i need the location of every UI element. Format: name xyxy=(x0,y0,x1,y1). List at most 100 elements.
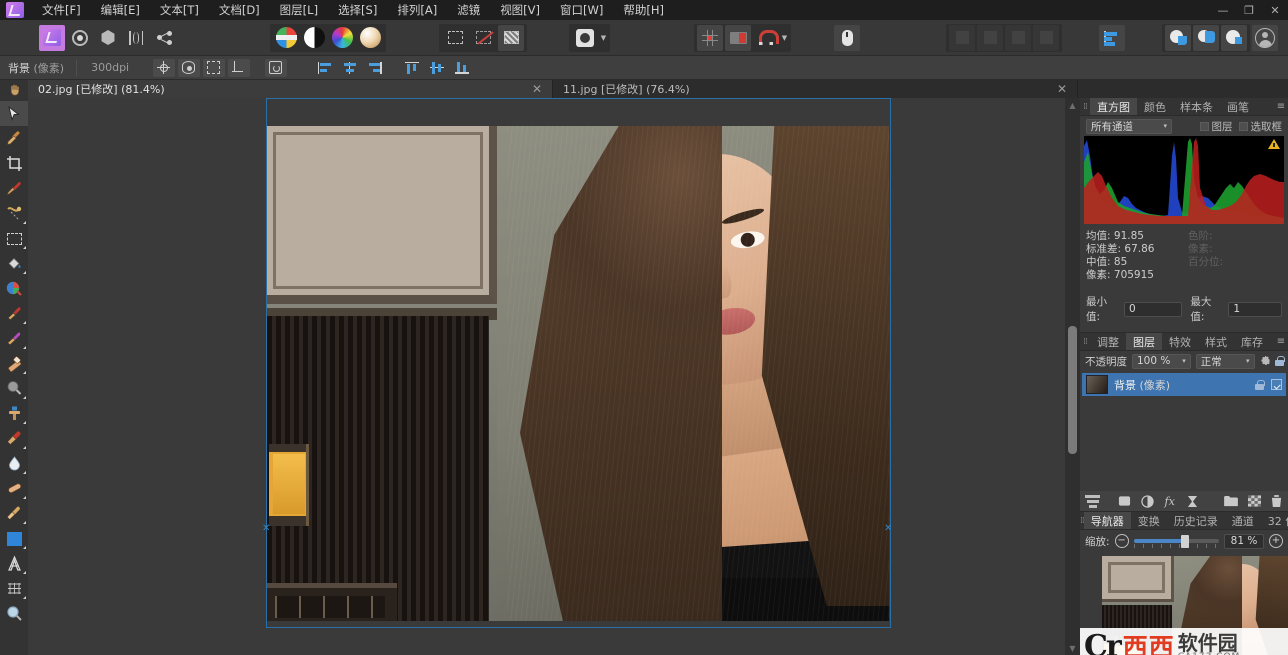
align-right-button[interactable] xyxy=(364,59,386,77)
pixel-persona-button[interactable] xyxy=(67,25,93,51)
menu-window[interactable]: 窗口[W] xyxy=(550,0,613,20)
align-middle-v-button[interactable] xyxy=(426,59,448,77)
rotate-reset-button[interactable] xyxy=(264,58,287,77)
opacity-select[interactable]: 100 % ▾ xyxy=(1132,353,1191,369)
tab-history[interactable]: 历史记录 xyxy=(1167,512,1225,529)
restore-button[interactable]: ❐ xyxy=(1236,0,1262,20)
tone-persona-button[interactable] xyxy=(301,25,327,51)
transform-handle-right[interactable]: ✕ xyxy=(884,524,892,534)
zoom-out-button[interactable]: − xyxy=(1114,534,1129,548)
snapping-button[interactable] xyxy=(753,25,779,51)
boolean-add-button[interactable] xyxy=(1165,24,1191,51)
pen-tool[interactable] xyxy=(0,501,28,526)
panel-scrollbar[interactable]: ▲ ▼ xyxy=(1065,98,1080,655)
menu-layer[interactable]: 图层[L] xyxy=(270,0,328,20)
dodge-burn-tool[interactable] xyxy=(0,376,28,401)
layer-list[interactable]: 背景 (像素) xyxy=(1080,371,1288,491)
chevron-down-icon[interactable]: ▼ xyxy=(599,25,608,51)
boolean-intersect-button[interactable] xyxy=(1221,24,1247,51)
zoom-slider[interactable] xyxy=(1133,534,1219,548)
assistant-button[interactable] xyxy=(834,24,860,51)
zoom-value-field[interactable]: 81 % xyxy=(1224,533,1264,549)
menu-file[interactable]: 文件[F] xyxy=(32,0,91,20)
crop-tool[interactable] xyxy=(0,151,28,176)
clipping-warning-icon[interactable] xyxy=(1268,139,1280,149)
trash-icon[interactable] xyxy=(1270,494,1283,508)
tab-layers[interactable]: 图层 xyxy=(1126,333,1162,350)
blend-mode-select[interactable]: 正常 ▾ xyxy=(1195,353,1255,369)
fill-tool[interactable] xyxy=(0,526,28,551)
panel-grip-icon[interactable]: ⁞⁞ xyxy=(1080,98,1090,115)
hourglass-filter-icon[interactable] xyxy=(1185,494,1198,508)
transform-handle-left[interactable]: ✕ xyxy=(262,524,270,534)
panel-menu-icon[interactable]: ≡ xyxy=(1274,98,1288,115)
tab-32bit-preview[interactable]: 32 位预览 xyxy=(1261,512,1288,529)
account-button[interactable] xyxy=(1252,24,1278,51)
chevron-down-icon-2[interactable]: ▼ xyxy=(780,25,789,51)
menu-select[interactable]: 选择[S] xyxy=(328,0,387,20)
tab-effects[interactable]: 特效 xyxy=(1162,333,1198,350)
document-tab-02[interactable]: 02.jpg [已修改] (81.4%) ✕ xyxy=(28,80,553,98)
checkbox-layer[interactable]: 图层 xyxy=(1199,119,1233,134)
menu-filter[interactable]: 滤镜 xyxy=(447,0,490,20)
checkbox-marquee[interactable]: 选取框 xyxy=(1238,119,1282,134)
tab-transform[interactable]: 变换 xyxy=(1131,512,1167,529)
crop-bounds-button[interactable] xyxy=(227,58,250,77)
develop-color-button[interactable] xyxy=(329,25,355,51)
tab-adjustments[interactable]: 调整 xyxy=(1090,333,1126,350)
align-panel-button[interactable] xyxy=(1099,24,1125,51)
menu-document[interactable]: 文档[D] xyxy=(209,0,270,20)
gear-icon[interactable] xyxy=(1260,355,1271,368)
transform-origin-button[interactable] xyxy=(152,58,175,77)
tab-brushes[interactable]: 画笔 xyxy=(1220,98,1256,115)
mesh-warp-tool[interactable] xyxy=(0,576,28,601)
document-tab-11-close[interactable]: ✕ xyxy=(1039,83,1067,95)
menu-edit[interactable]: 编辑[E] xyxy=(91,0,150,20)
document-image[interactable] xyxy=(267,126,889,621)
align-center-h-button[interactable] xyxy=(339,59,361,77)
menu-text[interactable]: 文本[T] xyxy=(150,0,209,20)
fit-bounds-button[interactable] xyxy=(202,58,225,77)
dpi-value[interactable]: 300dpi xyxy=(81,61,139,74)
paint-brush-tool[interactable] xyxy=(0,176,28,201)
deselect-button[interactable] xyxy=(470,25,496,51)
zoom-tool[interactable] xyxy=(0,601,28,626)
snap-grid-button[interactable] xyxy=(697,24,723,51)
blend-ranges-button[interactable] xyxy=(572,25,598,51)
minimize-button[interactable]: — xyxy=(1210,0,1236,20)
document-frame[interactable]: ✕ ✕ xyxy=(262,98,892,628)
liquify-sphere-button[interactable] xyxy=(357,25,383,51)
selection-brush-tool[interactable] xyxy=(0,201,28,226)
adjustment-circle-icon[interactable] xyxy=(1141,494,1154,508)
affinity-logo-icon[interactable] xyxy=(39,24,65,51)
flood-fill-tool[interactable] xyxy=(0,251,28,276)
checkbox-layer-box[interactable] xyxy=(1199,121,1209,131)
menu-arrange[interactable]: 排列[A] xyxy=(387,0,447,20)
histogram-graph[interactable] xyxy=(1084,136,1284,224)
tab-channels[interactable]: 通道 xyxy=(1225,512,1261,529)
document-tab-11[interactable]: 11.jpg [已修改] (76.4%) ✕ xyxy=(553,80,1078,98)
marquee-tool[interactable] xyxy=(0,226,28,251)
erase-tool[interactable] xyxy=(0,351,28,376)
preview-mask-button[interactable] xyxy=(177,58,200,77)
layer-row-background[interactable]: 背景 (像素) xyxy=(1082,373,1286,396)
develop-persona-button[interactable] xyxy=(95,25,121,51)
panel-menu-icon-2[interactable]: ≡ xyxy=(1274,333,1288,350)
boolean-subtract-button[interactable] xyxy=(1193,24,1219,51)
folder-icon[interactable] xyxy=(1224,494,1239,508)
close-button[interactable]: ✕ xyxy=(1262,0,1288,20)
menu-help[interactable]: 帮助[H] xyxy=(613,0,674,20)
move-tool[interactable] xyxy=(0,101,28,126)
liquify-persona-button[interactable] xyxy=(123,25,149,51)
max-value-field[interactable]: 1 xyxy=(1228,301,1282,317)
tab-histogram[interactable]: 直方图 xyxy=(1090,98,1137,115)
scrollbar-thumb[interactable] xyxy=(1068,326,1077,454)
smudge-tool[interactable] xyxy=(0,476,28,501)
channel-select[interactable]: 所有通道 ▾ xyxy=(1086,118,1172,134)
color-picker-tool[interactable] xyxy=(0,126,28,151)
lock-icon[interactable] xyxy=(1275,356,1285,366)
tab-swatches[interactable]: 样本条 xyxy=(1173,98,1220,115)
document-tab-02-close[interactable]: ✕ xyxy=(514,83,542,95)
text-tool[interactable] xyxy=(0,551,28,576)
tab-stock[interactable]: 库存 xyxy=(1234,333,1270,350)
